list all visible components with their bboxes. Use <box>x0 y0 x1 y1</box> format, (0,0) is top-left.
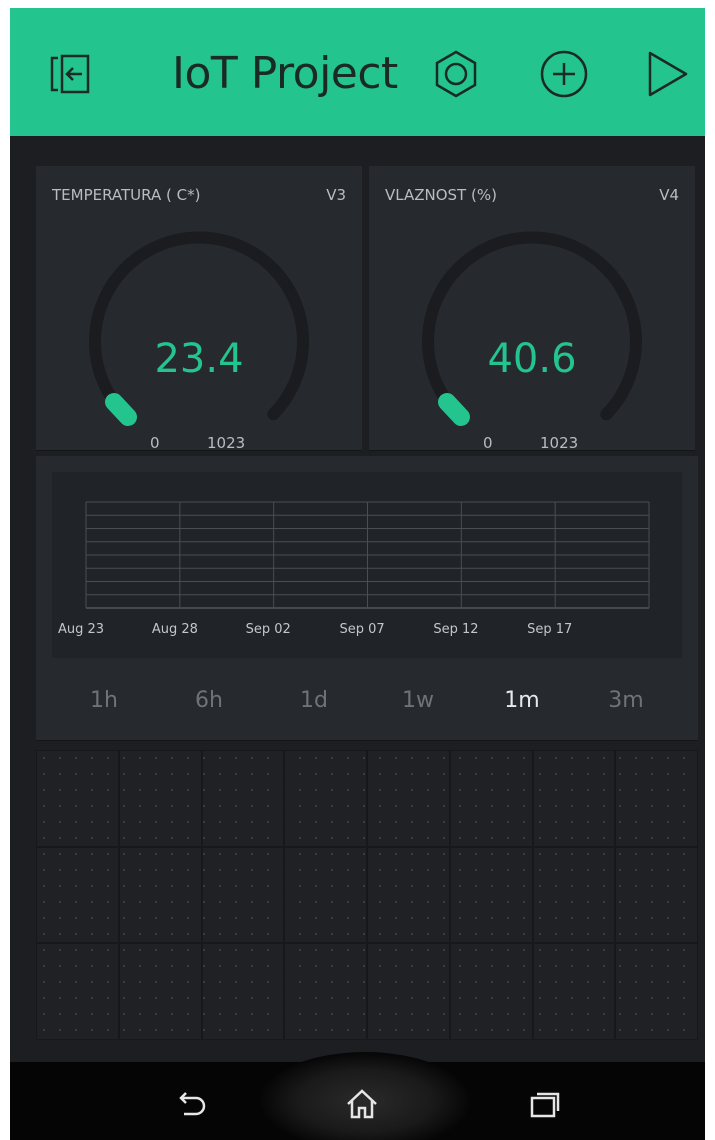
gauge-value: 23.4 <box>154 336 244 382</box>
range-1m[interactable]: 1m <box>492 688 552 713</box>
grid-cell <box>449 846 533 944</box>
grid-cell <box>615 750 698 847</box>
gauge-widget-humidity[interactable]: VLAZNOST (%) V4 40.6 0 1023 <box>369 166 695 452</box>
recent-apps-icon[interactable] <box>524 1084 564 1124</box>
chart-plot-area: Aug 23 Aug 28 Sep 02 Sep 07 Sep 12 Sep 17 <box>52 472 682 658</box>
gauge-widget-temperature[interactable]: TEMPERATURA ( C*) V3 23.4 0 1023 <box>36 166 362 452</box>
gauge-min: 0 <box>150 434 160 452</box>
grid-cell <box>36 750 119 847</box>
grid-cell <box>201 750 285 847</box>
grid-cell <box>36 943 119 1040</box>
chart-x-tick-label: Aug 23 <box>58 622 105 637</box>
grid-cell <box>284 750 367 847</box>
system-nav-bar <box>10 1052 705 1140</box>
settings-nut-icon[interactable] <box>428 46 484 102</box>
grid-cell <box>367 943 450 1040</box>
grid-cell <box>532 846 616 944</box>
grid-cell <box>367 750 450 847</box>
range-3m[interactable]: 3m <box>596 688 656 713</box>
grid-cell <box>201 846 285 944</box>
grid-cell <box>118 846 202 944</box>
grid-cell <box>118 943 202 1040</box>
gauge-indicator <box>438 393 470 426</box>
gauge-indicator <box>105 393 137 426</box>
range-1d[interactable]: 1d <box>284 688 344 713</box>
grid-cell <box>367 846 450 944</box>
gauge-arc <box>422 231 642 426</box>
chart-x-tick-label: Sep 12 <box>433 622 479 637</box>
play-icon[interactable] <box>638 46 694 102</box>
grid-cell <box>615 943 698 1040</box>
gauge-max: 1023 <box>540 434 579 452</box>
grid-cell <box>284 846 367 944</box>
home-icon[interactable] <box>342 1084 382 1124</box>
chart-x-tick-label: Sep 17 <box>527 622 573 637</box>
exit-icon[interactable] <box>44 46 100 102</box>
grid-cell <box>449 750 533 847</box>
app-header: IoT Project <box>10 8 705 136</box>
grid-cell <box>449 943 533 1040</box>
grid-cell <box>615 846 698 944</box>
gauge-min: 0 <box>483 434 493 452</box>
grid-cell <box>118 750 202 847</box>
dashboard: TEMPERATURA ( C*) V3 23.4 0 1023 VLAZNOS… <box>10 136 705 1062</box>
grid-cell <box>284 943 367 1040</box>
app-screen: IoT Project TEMPERATURA ( C*) V3 23.4 0 … <box>10 8 705 1140</box>
gauge-arc <box>89 231 309 426</box>
range-1h[interactable]: 1h <box>74 688 134 713</box>
chart-x-tick-label: Sep 07 <box>339 622 385 637</box>
gauge-value: 40.6 <box>487 336 577 382</box>
range-1w[interactable]: 1w <box>388 688 448 713</box>
grid-cell <box>532 943 616 1040</box>
history-graph-widget[interactable]: Aug 23 Aug 28 Sep 02 Sep 07 Sep 12 Sep 17 1h … <box>36 456 698 740</box>
page-title: IoT Project <box>172 48 398 99</box>
range-6h[interactable]: 6h <box>179 688 239 713</box>
back-icon[interactable] <box>172 1084 212 1124</box>
chart-x-tick-label: Aug 28 <box>151 622 198 637</box>
grid-cell <box>36 846 119 944</box>
gauge-max: 1023 <box>207 434 246 452</box>
add-icon[interactable] <box>536 46 592 102</box>
grid-cell <box>201 943 285 1040</box>
empty-widget-grid[interactable] <box>36 750 698 1040</box>
grid-cell <box>532 750 616 847</box>
chart-x-tick-label: Sep 02 <box>245 622 291 637</box>
